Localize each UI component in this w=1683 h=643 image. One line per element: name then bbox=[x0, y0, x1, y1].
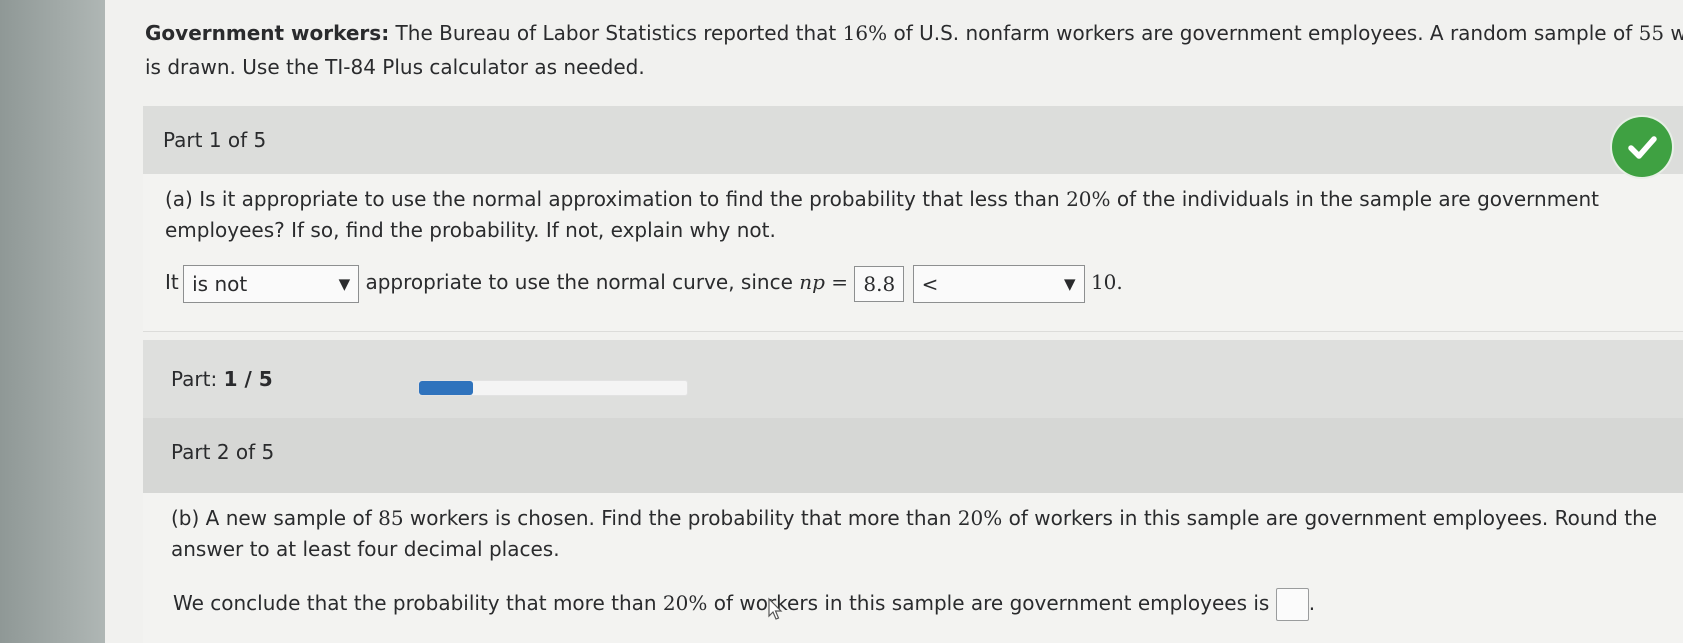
intro-text-1: The Bureau of Labor Statistics reported … bbox=[389, 21, 843, 45]
np-value-field[interactable]: 8.8 bbox=[854, 265, 905, 302]
progress-value: 1 / 5 bbox=[223, 367, 273, 391]
intro-sample-size: 55 bbox=[1638, 21, 1665, 45]
part1-question: (a) Is it appropriate to use the normal … bbox=[165, 184, 1665, 246]
part2-question-line1: (b) A new sample of 85 workers is chosen… bbox=[171, 503, 1671, 534]
part2-title: Part 2 of 5 bbox=[171, 440, 275, 464]
intro-line-2: is drawn. Use the TI-84 Plus calculator … bbox=[145, 55, 645, 79]
question-page: Government workers: The Bureau of Labor … bbox=[105, 0, 1683, 643]
q-a-text-1: (a) Is it appropriate to use the normal … bbox=[165, 187, 1067, 211]
part1-question-line1: (a) Is it appropriate to use the normal … bbox=[165, 184, 1665, 215]
problem-intro: Government workers: The Bureau of Labor … bbox=[145, 16, 1683, 84]
conclusion-percent: 20% bbox=[662, 591, 708, 615]
is-select-value: is not bbox=[192, 271, 248, 296]
part1-question-line2: employees? If so, find the probability. … bbox=[165, 218, 776, 242]
part1-answer-row: It is not ▼ appropriate to use the norma… bbox=[165, 262, 1123, 303]
q-b-text-2: workers is chosen. Find the probability … bbox=[403, 506, 958, 530]
intro-text-2: of U.S. nonfarm workers are government e… bbox=[887, 21, 1639, 45]
part2-question: (b) A new sample of 85 workers is chosen… bbox=[171, 503, 1671, 565]
dropdown-arrow-icon: ▼ bbox=[338, 274, 351, 293]
progress-label: Part: 1 / 5 bbox=[171, 367, 273, 391]
q-a-text-2: of the individuals in the sample are gov… bbox=[1110, 187, 1599, 211]
compare-select-dropdown[interactable]: < ▼ bbox=[912, 264, 1085, 303]
conclusion-text-2: of workers in this sample are government… bbox=[707, 591, 1270, 615]
part2-question-line2: answer to at least four decimal places. bbox=[171, 537, 560, 561]
part1-header: Part 1 of 5 bbox=[143, 106, 1683, 174]
probability-answer-field[interactable] bbox=[1275, 588, 1309, 621]
progress-bar bbox=[418, 380, 688, 396]
dropdown-arrow-icon: ▼ bbox=[1064, 274, 1076, 293]
conclusion-text-1: We conclude that the probability that mo… bbox=[173, 591, 663, 615]
intro-percent: 16% bbox=[842, 21, 888, 45]
conclusion-period: . bbox=[1308, 591, 1316, 615]
np-label: np = bbox=[799, 270, 849, 294]
intro-line-1: Government workers: The Bureau of Labor … bbox=[145, 16, 1683, 50]
intro-text-3: worker bbox=[1670, 21, 1683, 45]
answer-prefix: It bbox=[165, 270, 179, 294]
progress-label-text: Part: bbox=[171, 367, 218, 391]
q-b-text-1: (b) A new sample of bbox=[171, 506, 379, 530]
compare-select-value: < bbox=[921, 271, 939, 296]
check-icon bbox=[1612, 117, 1672, 177]
q-b-text-3: of workers in this sample are government… bbox=[1002, 506, 1658, 530]
part2-body: (b) A new sample of 85 workers is chosen… bbox=[143, 493, 1683, 643]
threshold-value: 10. bbox=[1090, 270, 1123, 294]
answer-mid-text: appropriate to use the normal curve, sin… bbox=[365, 270, 793, 294]
q-a-percent: 20% bbox=[1066, 187, 1111, 211]
part1-title: Part 1 of 5 bbox=[163, 128, 267, 152]
q-b-sample-size: 85 bbox=[378, 506, 404, 530]
progress-band: Part: 1 / 5 bbox=[143, 340, 1683, 418]
progress-fill bbox=[419, 381, 473, 395]
q-b-percent: 20% bbox=[957, 506, 1003, 530]
part1-body: (a) Is it appropriate to use the normal … bbox=[143, 174, 1683, 332]
left-edge-bezel bbox=[0, 0, 120, 643]
part2-header: Part 2 of 5 bbox=[143, 418, 1683, 493]
mouse-cursor-icon bbox=[768, 597, 783, 620]
is-select-dropdown[interactable]: is not ▼ bbox=[183, 264, 360, 303]
intro-label: Government workers: bbox=[145, 21, 390, 45]
part2-conclusion: We conclude that the probability that mo… bbox=[173, 583, 1315, 623]
